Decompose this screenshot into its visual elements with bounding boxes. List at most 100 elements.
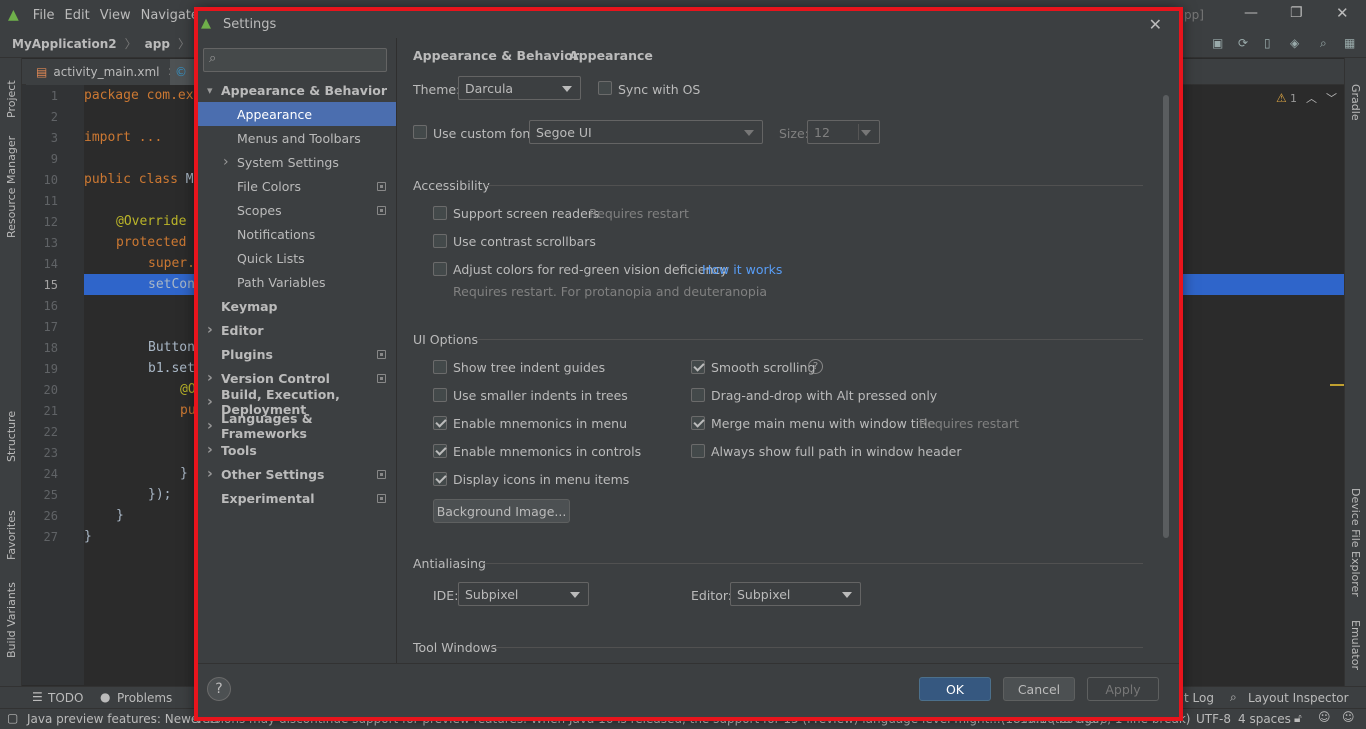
how-it-works-link[interactable]: How it works [702,262,782,277]
sdk-manager-icon[interactable]: ▣ [1212,36,1223,50]
tree-item[interactable]: Scopes [197,198,396,222]
android-icon[interactable]: ▦ [1344,36,1355,50]
avd-icon[interactable]: ◈ [1290,36,1299,50]
color-deficiency-checkbox[interactable] [433,262,447,276]
window-close-icon[interactable]: ✕ [1336,4,1349,22]
smooth-scrolling-checkbox[interactable] [691,360,705,374]
menu-navigate[interactable]: Navigate [141,8,199,23]
editor-antialiasing-label: Editor: [691,588,732,603]
apply-button[interactable]: Apply [1087,677,1159,701]
dialog-title-bar[interactable]: ▲ Settings [197,10,1180,38]
font-size-select[interactable]: 12 [807,120,880,144]
theme-label: Theme: [413,82,461,97]
cancel-button[interactable]: Cancel [1003,677,1075,701]
chevron-right-icon[interactable]: › [207,322,213,338]
chevron-right-icon[interactable]: › [207,418,213,434]
menu-edit[interactable]: Edit [65,8,90,23]
structure-tool[interactable]: Structure [5,411,18,462]
emulator-tool[interactable]: Emulator [1349,620,1362,670]
indent-setting[interactable]: 4 spaces [1238,712,1291,726]
editor-antialiasing-select[interactable]: Subpixel [730,582,861,606]
drag-drop-alt-checkbox[interactable] [691,388,705,402]
todo-tab[interactable]: TODO [48,691,83,705]
tab-main-activity[interactable]: © [170,59,194,85]
tree-item[interactable]: › Languages & Frameworks [197,411,396,441]
chevron-right-icon[interactable]: › [223,154,229,170]
logcat-tab[interactable]: t Log [1184,691,1214,705]
gradle-tool[interactable]: Gradle [1349,84,1362,121]
chevron-up-icon[interactable]: ︿ [1306,90,1317,106]
chevron-down-icon[interactable]: ﹀ [1326,90,1337,106]
ok-button[interactable]: OK [919,677,991,701]
device-file-explorer-tool[interactable]: Device File Explorer [1349,488,1362,597]
problems-tab[interactable]: Problems [117,691,172,705]
chevron-right-icon[interactable]: › [207,370,213,386]
layout-inspector-icon: ⌕ [1230,690,1237,704]
tab-activity-main-xml[interactable]: ▤ activity_main.xml ✕ [26,59,188,85]
chevron-down-icon[interactable]: ▾ [207,84,213,97]
minimize-icon[interactable]: — [1244,5,1258,21]
font-size-value: 12 [814,124,830,140]
tree-item[interactable]: Appearance [197,102,396,126]
custom-font-checkbox[interactable] [413,125,427,139]
build-variants-tool[interactable]: Build Variants [5,582,18,658]
tree-item[interactable]: Notifications [197,222,396,246]
maximize-icon[interactable]: ❐ [1290,5,1303,21]
menu-view[interactable]: View [100,8,131,23]
status-message[interactable]: Java preview features: Newer ID [27,712,220,726]
tree-indent-guides-checkbox[interactable] [433,360,447,374]
settings-scrollbar[interactable] [1163,95,1169,538]
mnemonics-controls-checkbox[interactable] [433,444,447,458]
breadcrumb-app[interactable]: app [145,37,170,51]
help-button[interactable]: ? [207,677,231,701]
layout-inspector-tab[interactable]: Layout Inspector [1248,691,1349,705]
file-encoding[interactable]: UTF-8 [1196,712,1231,726]
merge-menu-checkbox[interactable] [691,416,705,430]
tree-item-label: Menus and Toolbars [237,130,361,146]
theme-select[interactable]: Darcula [458,76,581,100]
tree-item[interactable]: Path Variables [197,270,396,294]
chevron-right-icon[interactable]: › [207,466,213,482]
tree-item[interactable]: › Other Settings [197,462,396,486]
menu-file[interactable]: File [33,8,55,23]
line-number: 14 [43,257,58,271]
chevron-right-icon[interactable]: › [207,394,213,410]
tree-item[interactable]: › Tools [197,438,396,462]
tree-item[interactable]: File Colors [197,174,396,198]
tree-item[interactable]: › Editor [197,318,396,342]
tree-item[interactable]: Keymap [197,294,396,318]
tree-item[interactable]: ▾ Appearance & Behavior [197,78,396,102]
tree-item[interactable]: Experimental [197,486,396,510]
ide-antialiasing-select[interactable]: Subpixel [458,582,589,606]
favorites-tool[interactable]: Favorites [5,510,18,560]
search-everywhere-icon[interactable]: ⌕ [1320,36,1327,51]
sync-os-checkbox[interactable] [598,81,612,95]
tree-item[interactable]: Quick Lists [197,246,396,270]
smiley-icon[interactable]: ☺ [1318,710,1331,724]
project-tool[interactable]: Project [5,80,18,118]
custom-font-select[interactable]: Segoe UI [529,120,763,144]
device-icon[interactable]: ▯ [1264,36,1271,50]
breadcrumb-project[interactable]: MyApplication2 [12,37,117,51]
smaller-indents-checkbox[interactable] [433,388,447,402]
code-line: pu [180,403,196,418]
screen-readers-checkbox[interactable] [433,206,447,220]
contrast-scrollbars-checkbox[interactable] [433,234,447,248]
lock-icon[interactable]: 🔓︎ [1294,711,1302,726]
resource-manager-tool[interactable]: Resource Manager [5,136,18,238]
tree-item[interactable]: Plugins [197,342,396,366]
chevron-right-icon[interactable]: › [207,442,213,458]
settings-search-input[interactable]: ⌕ [203,48,387,72]
full-path-checkbox[interactable] [691,444,705,458]
smiley-icon[interactable]: ☺ [1342,710,1355,724]
help-icon[interactable]: ? [808,359,823,374]
mnemonics-menu-checkbox[interactable] [433,416,447,430]
warning-icon[interactable]: ⚠ [1276,91,1287,105]
background-image-button[interactable]: Background Image... [433,499,570,523]
tree-item[interactable]: Menus and Toolbars [197,126,396,150]
ide-antialiasing-value: Subpixel [465,586,519,602]
tree-item[interactable]: › System Settings [197,150,396,174]
close-icon[interactable]: ✕ [1149,15,1162,34]
menu-icons-checkbox[interactable] [433,472,447,486]
sync-icon[interactable]: ⟳ [1238,36,1248,50]
